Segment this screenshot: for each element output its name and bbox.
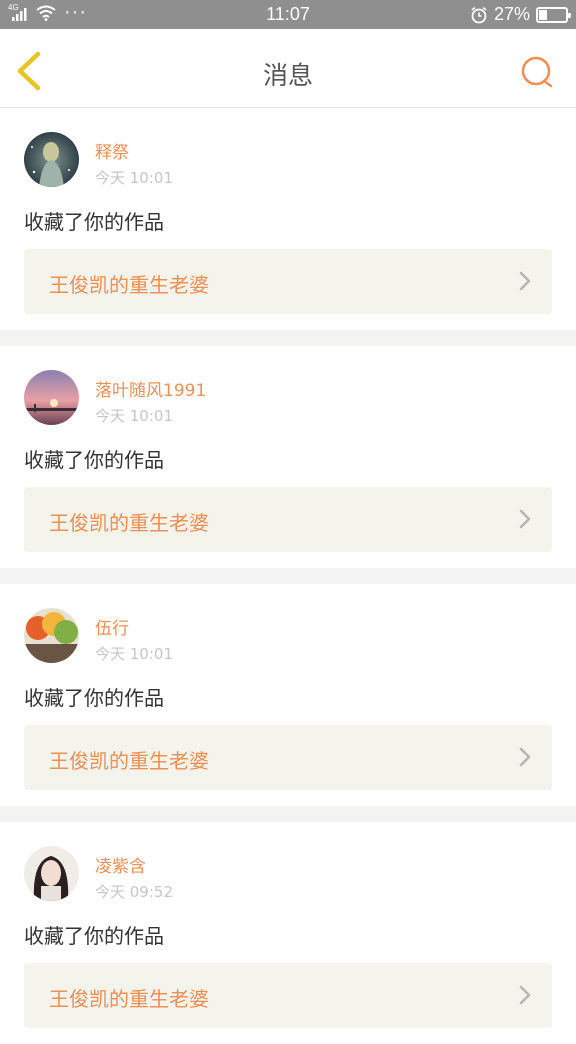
message-action: 收藏了你的作品 — [24, 924, 164, 948]
chevron-right-icon — [519, 509, 531, 529]
divider — [0, 568, 576, 584]
work-title: 王俊凯的重生老婆 — [49, 273, 209, 297]
avatar[interactable] — [24, 132, 79, 187]
username[interactable]: 落叶随风1991 — [95, 376, 206, 401]
status-bar: 4G ··· 11:07 27% — [0, 0, 576, 29]
message-action: 收藏了你的作品 — [24, 210, 164, 234]
alarm-icon — [471, 6, 487, 23]
work-link[interactable]: 王俊凯的重生老婆 — [24, 249, 552, 314]
work-link[interactable]: 王俊凯的重生老婆 — [24, 487, 552, 552]
search-icon[interactable] — [520, 55, 554, 89]
work-link[interactable]: 王俊凯的重生老婆 — [24, 725, 552, 790]
chevron-right-icon — [519, 985, 531, 1005]
avatar[interactable] — [24, 846, 79, 901]
message-time: 今天 10:01 — [95, 407, 173, 425]
username[interactable]: 释祭 — [95, 138, 129, 163]
chevron-right-icon — [519, 747, 531, 767]
battery-fill — [539, 9, 547, 20]
message-list: 释祭 今天 10:01 收藏了你的作品 王俊凯的重生老婆 落叶随风1991 今天… — [0, 108, 576, 1044]
message-time: 今天 10:01 — [95, 645, 173, 663]
message-item: 释祭 今天 10:01 收藏了你的作品 王俊凯的重生老婆 — [0, 108, 576, 330]
chevron-right-icon — [519, 271, 531, 291]
username[interactable]: 凌紫含 — [95, 852, 146, 877]
avatar[interactable] — [24, 370, 79, 425]
username[interactable]: 伍行 — [95, 614, 129, 639]
message-time: 今天 09:52 — [95, 883, 173, 901]
avatar[interactable] — [24, 608, 79, 663]
page-title: 消息 — [262, 61, 313, 90]
divider — [0, 806, 576, 822]
message-item: 伍行 今天 10:01 收藏了你的作品 王俊凯的重生老婆 — [0, 584, 576, 806]
work-title: 王俊凯的重生老婆 — [49, 511, 209, 535]
divider — [0, 330, 576, 346]
top-nav-bar: 消息 — [0, 29, 576, 108]
message-time: 今天 10:01 — [95, 169, 173, 187]
battery-icon — [536, 6, 571, 23]
battery-percent: 27% — [493, 4, 530, 24]
message-item: 凌紫含 今天 09:52 收藏了你的作品 王俊凯的重生老婆 — [0, 822, 576, 1044]
work-link[interactable]: 王俊凯的重生老婆 — [24, 963, 552, 1028]
message-item: 落叶随风1991 今天 10:01 收藏了你的作品 王俊凯的重生老婆 — [0, 346, 576, 568]
message-action: 收藏了你的作品 — [24, 686, 164, 710]
work-title: 王俊凯的重生老婆 — [49, 987, 209, 1011]
message-action: 收藏了你的作品 — [24, 448, 164, 472]
work-title: 王俊凯的重生老婆 — [49, 749, 209, 773]
